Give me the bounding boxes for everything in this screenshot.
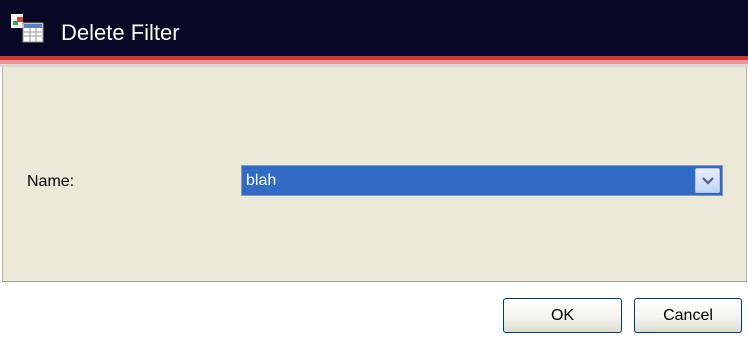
- name-select[interactable]: blah: [241, 165, 723, 196]
- cancel-button[interactable]: Cancel: [634, 298, 742, 333]
- filter-window-icon: [10, 14, 46, 44]
- content-panel: Name: blah: [2, 67, 747, 282]
- delete-filter-dialog: Delete Filter Name: blah OK Cancel: [0, 0, 748, 339]
- name-select-value: blah: [246, 172, 277, 189]
- dropdown-button[interactable]: [695, 168, 720, 193]
- ok-button[interactable]: OK: [503, 298, 622, 333]
- window-title: Delete Filter: [61, 20, 180, 45]
- title-bar: Delete Filter: [0, 0, 748, 56]
- name-label: Name:: [27, 173, 75, 190]
- chevron-down-icon: [702, 177, 714, 185]
